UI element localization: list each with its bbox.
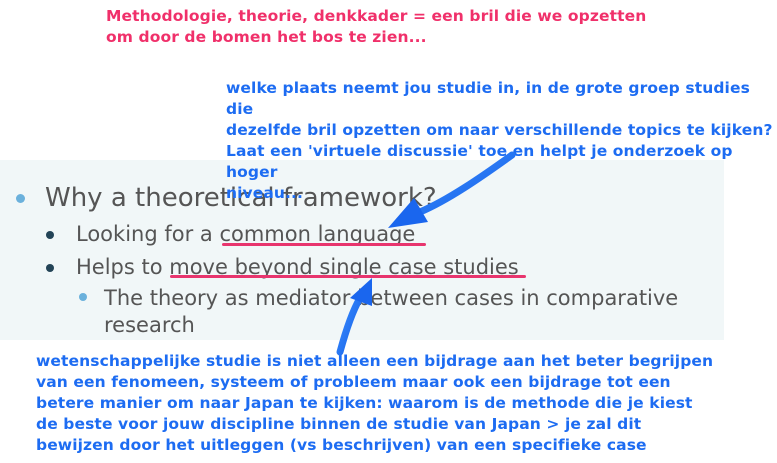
- callout-arrows: [336, 151, 516, 356]
- arrow-to-move-beyond-icon: [336, 278, 372, 356]
- arrow-to-common-language-icon: [388, 151, 516, 228]
